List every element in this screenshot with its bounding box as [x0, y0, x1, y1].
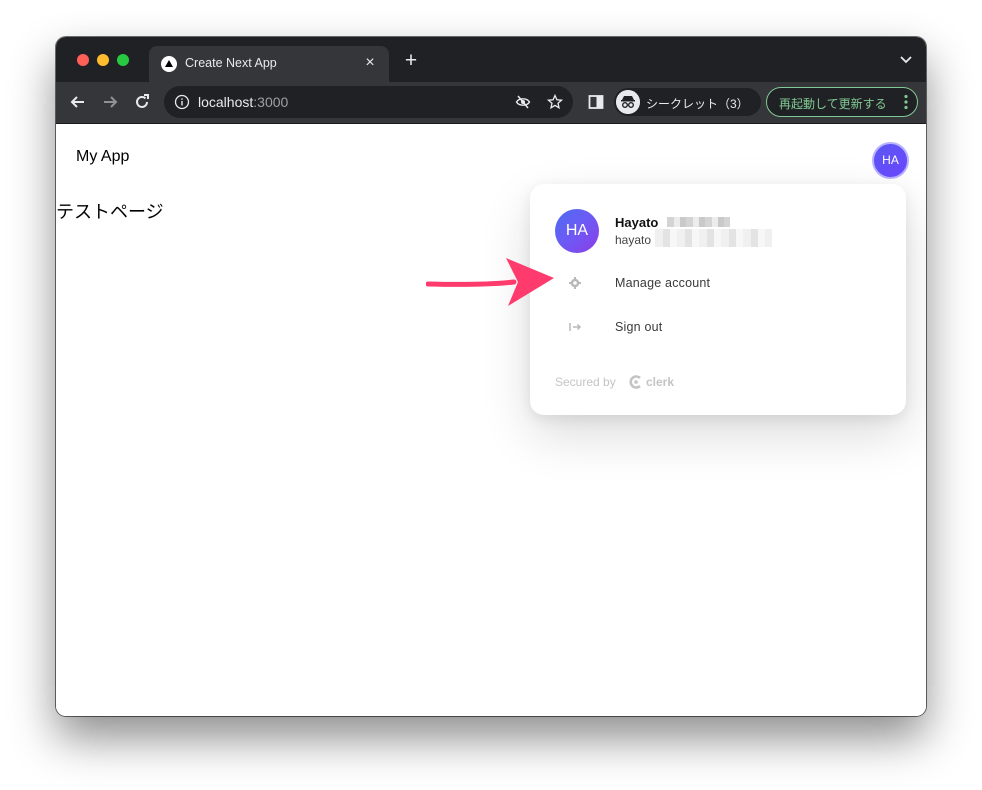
user-button[interactable]: HA — [872, 142, 909, 179]
close-window-button[interactable] — [77, 54, 89, 66]
page-viewport: My App テストページ HA HA Hayato hayato Manage… — [56, 123, 926, 716]
app-brand[interactable]: My App — [76, 148, 129, 166]
incognito-profile-button[interactable]: シークレット（3） — [614, 88, 761, 116]
url-text: localhost:3000 — [198, 94, 289, 110]
maximize-window-button[interactable] — [117, 54, 129, 66]
secured-by-text: Secured by — [555, 375, 616, 389]
manage-account-button[interactable]: Manage account — [530, 263, 906, 303]
close-tab-icon[interactable]: × — [361, 54, 379, 72]
more-vert-icon[interactable] — [904, 94, 908, 110]
update-label: 再起動して更新する — [779, 97, 887, 111]
tab-create-next-app[interactable]: Create Next App × — [149, 46, 389, 82]
clerk-logo-icon[interactable] — [628, 374, 644, 390]
browser-toolbar: localhost:3000 シークレット（3） 再起動して更新する — [56, 82, 926, 123]
bookmark-star-icon[interactable] — [547, 94, 563, 110]
annotation-arrow-icon — [426, 258, 554, 306]
browser-window: Create Next App × + localhost:3000 シークレッ… — [56, 37, 926, 716]
back-arrow-icon[interactable] — [68, 92, 88, 112]
new-tab-button[interactable]: + — [401, 50, 421, 71]
nextjs-favicon-icon — [161, 56, 177, 72]
tab-title: Create Next App — [185, 56, 277, 70]
gear-icon — [569, 277, 581, 289]
page-heading: テストページ — [56, 202, 164, 223]
user-avatar: HA — [555, 209, 599, 253]
reload-icon[interactable] — [132, 92, 152, 112]
eye-off-icon[interactable] — [515, 94, 531, 110]
tab-search-chevron-icon[interactable] — [900, 55, 912, 65]
tab-bar: Create Next App × + — [56, 37, 926, 82]
incognito-icon — [616, 90, 640, 114]
user-name: Hayato — [615, 215, 659, 230]
incognito-label: シークレット（3） — [646, 97, 749, 111]
sign-out-button[interactable]: Sign out — [530, 307, 906, 347]
side-panel-icon[interactable] — [586, 92, 606, 112]
manage-account-label: Manage account — [615, 276, 711, 290]
info-icon[interactable] — [174, 94, 190, 110]
clerk-brand-text[interactable]: clerk — [646, 375, 674, 389]
redacted-name — [667, 217, 730, 227]
restart-to-update-button[interactable]: 再起動して更新する — [766, 87, 918, 117]
minimize-window-button[interactable] — [97, 54, 109, 66]
forward-arrow-icon[interactable] — [100, 92, 120, 112]
sign-out-icon — [569, 323, 582, 331]
sign-out-label: Sign out — [615, 320, 663, 334]
address-bar[interactable]: localhost:3000 — [164, 86, 573, 118]
user-email: hayato — [615, 233, 652, 247]
redacted-email — [655, 229, 772, 247]
user-menu-popover: HA Hayato hayato Manage account Sign out… — [530, 184, 906, 415]
